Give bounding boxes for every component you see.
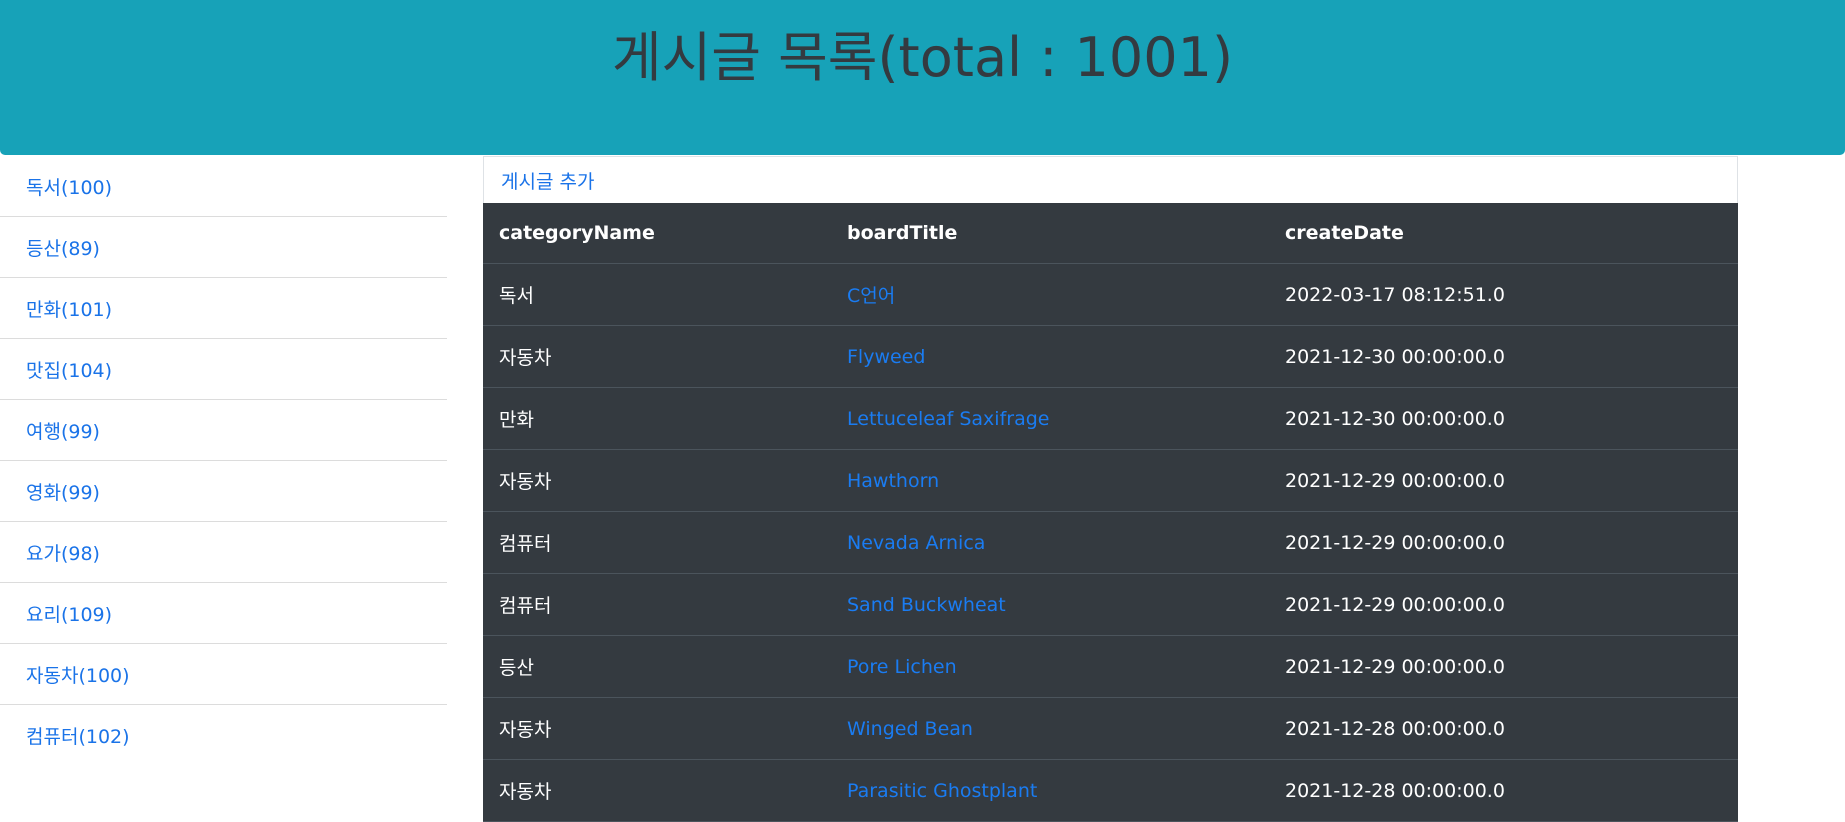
category-link[interactable]: 영화(99) [26,478,100,505]
cell-date: 2021-12-28 00:00:00.0 [1269,697,1738,760]
cell-title: Pore Lichen [831,635,1269,698]
table-row: 독서 C언어 2022-03-17 08:12:51.0 [483,263,1738,326]
sidebar-item: 맛집(104) [0,339,447,400]
post-title-link[interactable]: Hawthorn [847,470,939,492]
category-link[interactable]: 요가(98) [26,539,100,566]
cell-date: 2021-12-28 00:00:00.0 [1269,759,1738,822]
sidebar-item: 자동차(100) [0,644,447,705]
category-link[interactable]: 컴퓨터(102) [26,722,130,749]
table-row: 자동차 Flyweed 2021-12-30 00:00:00.0 [483,325,1738,388]
category-link[interactable]: 여행(99) [26,417,100,444]
column-header-title: boardTitle [831,203,1269,264]
cell-date: 2021-12-29 00:00:00.0 [1269,573,1738,636]
cell-title: Winged Bean [831,697,1269,760]
main-content: 게시글 추가 categoryName boardTitle createDat… [483,156,1738,822]
sidebar-item: 영화(99) [0,461,447,522]
table-row: 자동차 Hawthorn 2021-12-29 00:00:00.0 [483,449,1738,512]
cell-title: Sand Buckwheat [831,573,1269,636]
table-row: 컴퓨터 Nevada Arnica 2021-12-29 00:00:00.0 [483,511,1738,574]
sidebar-item: 요가(98) [0,522,447,583]
cell-date: 2021-12-29 00:00:00.0 [1269,511,1738,574]
cell-title: Lettuceleaf Saxifrage [831,387,1269,450]
cell-title: Parasitic Ghostplant [831,759,1269,822]
category-link[interactable]: 독서(100) [26,173,112,200]
category-link[interactable]: 만화(101) [26,295,112,322]
cell-date: 2022-03-17 08:12:51.0 [1269,263,1738,326]
cell-category: 자동차 [483,325,831,388]
cell-category: 자동차 [483,449,831,512]
post-title-link[interactable]: C언어 [847,285,895,307]
sidebar-item: 등산(89) [0,217,447,278]
post-title-link[interactable]: Lettuceleaf Saxifrage [847,408,1049,430]
table-row: 컴퓨터 Sand Buckwheat 2021-12-29 00:00:00.0 [483,573,1738,636]
category-link[interactable]: 자동차(100) [26,661,130,688]
cell-date: 2021-12-29 00:00:00.0 [1269,635,1738,698]
cell-category: 자동차 [483,697,831,760]
cell-date: 2021-12-29 00:00:00.0 [1269,449,1738,512]
post-title-link[interactable]: Winged Bean [847,718,973,740]
cell-title: C언어 [831,263,1269,326]
category-sidebar: 독서(100) 등산(89) 만화(101) 맛집(104) 여행(99) 영화… [0,156,447,765]
table-row: 등산 Pore Lichen 2021-12-29 00:00:00.0 [483,635,1738,698]
category-link[interactable]: 등산(89) [26,234,100,261]
cell-category: 등산 [483,635,831,698]
cell-title: Flyweed [831,325,1269,388]
add-post-row: 게시글 추가 [483,156,1738,203]
cell-title: Nevada Arnica [831,511,1269,574]
cell-date: 2021-12-30 00:00:00.0 [1269,325,1738,388]
cell-date: 2021-12-30 00:00:00.0 [1269,387,1738,450]
cell-title: Hawthorn [831,449,1269,512]
sidebar-item: 요리(109) [0,583,447,644]
board-table: categoryName boardTitle createDate 독서 C언… [483,203,1738,822]
post-title-link[interactable]: Flyweed [847,346,925,368]
column-header-category: categoryName [483,203,831,264]
table-row: 만화 Lettuceleaf Saxifrage 2021-12-30 00:0… [483,387,1738,450]
cell-category: 독서 [483,263,831,326]
add-post-link[interactable]: 게시글 추가 [501,167,594,194]
cell-category: 자동차 [483,759,831,822]
category-link[interactable]: 맛집(104) [26,356,112,383]
page-title: 게시글 목록(total : 1001) [611,26,1234,89]
table-row: 자동차 Parasitic Ghostplant 2021-12-28 00:0… [483,759,1738,822]
cell-category: 컴퓨터 [483,573,831,636]
post-title-link[interactable]: Pore Lichen [847,656,957,678]
post-title-link[interactable]: Parasitic Ghostplant [847,780,1037,802]
cell-category: 컴퓨터 [483,511,831,574]
column-header-date: createDate [1269,203,1738,264]
page-header: 게시글 목록(total : 1001) [0,0,1845,155]
cell-category: 만화 [483,387,831,450]
sidebar-item: 여행(99) [0,400,447,461]
sidebar-item: 독서(100) [0,156,447,217]
post-title-link[interactable]: Sand Buckwheat [847,594,1006,616]
post-title-link[interactable]: Nevada Arnica [847,532,985,554]
sidebar-item: 만화(101) [0,278,447,339]
table-row: 자동차 Winged Bean 2021-12-28 00:00:00.0 [483,697,1738,760]
sidebar-item: 컴퓨터(102) [0,705,447,765]
category-link[interactable]: 요리(109) [26,600,112,627]
table-header-row: categoryName boardTitle createDate [483,203,1738,264]
